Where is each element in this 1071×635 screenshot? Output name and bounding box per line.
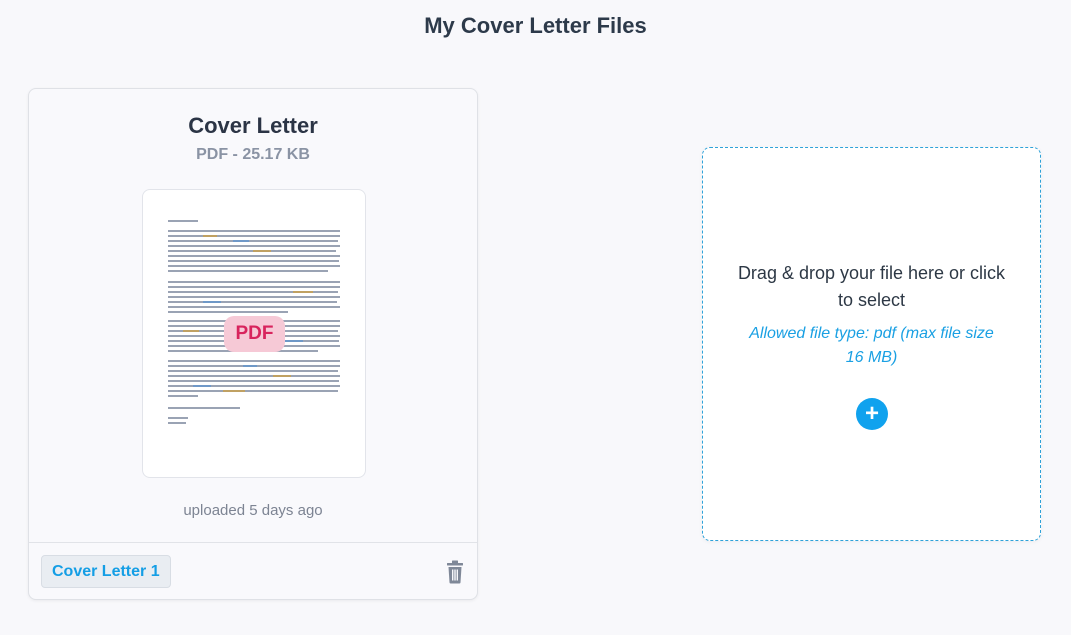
pdf-badge: PDF <box>224 316 285 352</box>
upload-timestamp: uploaded 5 days ago <box>183 502 323 519</box>
file-preview-thumbnail[interactable]: PDF <box>142 189 366 478</box>
file-title: Cover Letter <box>188 113 318 138</box>
add-file-button[interactable]: + <box>856 398 888 430</box>
file-card-footer: Cover Letter 1 <box>29 542 477 600</box>
dropzone-prompt: Drag & drop your file here or click to s… <box>737 263 1006 310</box>
dropzone-hint: Allowed file type: pdf (max file size 16… <box>749 325 994 366</box>
delete-button[interactable] <box>444 560 466 584</box>
trash-icon <box>447 560 463 584</box>
plus-icon: + <box>864 400 879 427</box>
page-title: My Cover Letter Files <box>424 13 647 38</box>
file-meta: PDF - 25.17 KB <box>196 146 310 163</box>
file-card: Cover Letter PDF - 25.17 KB PDF uploaded… <box>28 88 478 600</box>
file-dropzone[interactable]: Drag & drop your file here or click to s… <box>702 147 1041 541</box>
file-name-chip[interactable]: Cover Letter 1 <box>41 555 171 588</box>
